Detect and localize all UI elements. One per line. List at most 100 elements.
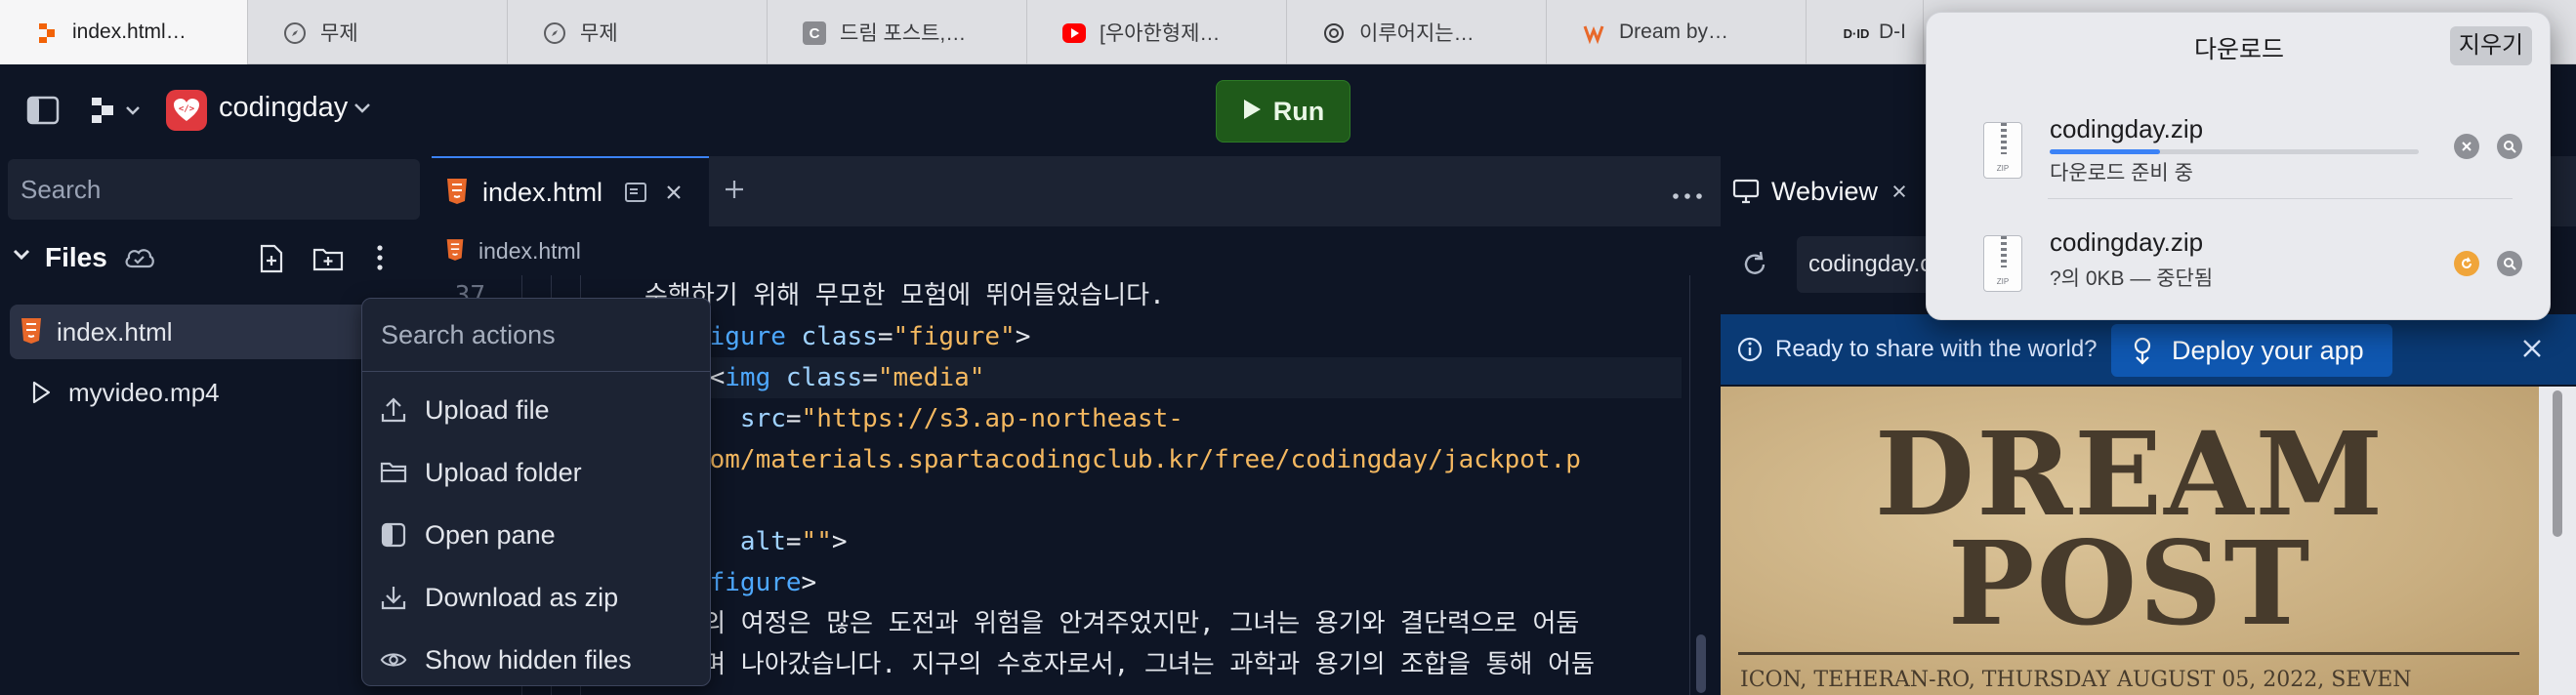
- download-item[interactable]: ZIP codingday.zip 다운로드 준비 중: [1966, 106, 2522, 200]
- editor-tab-bar: index.html: [432, 156, 1721, 226]
- new-tab-plus-icon[interactable]: [723, 178, 750, 205]
- browser-tab-title: Dream by…: [1619, 20, 1729, 43]
- poster-rule: [1738, 652, 2519, 655]
- play-icon: [1242, 97, 1262, 127]
- sidebar-search-input[interactable]: Search: [8, 159, 420, 220]
- run-button[interactable]: Run: [1216, 80, 1350, 143]
- browser-tab-5[interactable]: 이루어지는…: [1287, 0, 1547, 64]
- close-tab-icon[interactable]: [665, 184, 683, 201]
- replit-icon: [35, 21, 59, 45]
- menu-item-label: Upload file: [425, 394, 550, 425]
- downloads-popup: 다운로드 지우기 ZIP codingday.zip 다운로드 준비 중 ZIP…: [1926, 12, 2551, 320]
- workspace-switcher-icon[interactable]: [90, 94, 145, 127]
- show-in-finder-icon[interactable]: [2497, 134, 2522, 159]
- browser-tab-2[interactable]: 무제: [508, 0, 768, 64]
- menu-item-label: Download as zip: [425, 582, 619, 612]
- file-item-index-html[interactable]: index.html: [10, 305, 381, 359]
- cloud-sync-icon[interactable]: [123, 244, 156, 273]
- files-title: Files: [45, 242, 107, 272]
- browser-tab-1[interactable]: 무제: [248, 0, 508, 64]
- project-avatar-icon: </>: [166, 90, 207, 131]
- download-progress-track: [2050, 149, 2419, 154]
- menu-item-upload-file[interactable]: Upload file: [362, 379, 710, 441]
- show-in-finder-icon[interactable]: [2497, 251, 2522, 276]
- code-line: src="https://s3.ap-northeast-: [648, 404, 1184, 433]
- code-line: 내며 나아갔습니다. 지구의 수호자로서, 그녀는 과학과 용기의 조합을 통해…: [648, 650, 1595, 679]
- split-view-icon[interactable]: [624, 182, 647, 203]
- clear-downloads-button[interactable]: 지우기: [2450, 26, 2532, 65]
- folder-icon: [380, 459, 407, 486]
- file-item-myvideo-mp4[interactable]: myvideo.mp4: [10, 365, 381, 420]
- deploy-label: Deploy your app: [2172, 335, 2364, 365]
- download-icon: [380, 584, 407, 611]
- dream-post-page-preview[interactable]: DREAM POST ICON, TEHERAN-RO, THURSDAY AU…: [1721, 387, 2539, 695]
- scrollbar-thumb[interactable]: [2553, 390, 2562, 537]
- svg-text:</>: </>: [179, 104, 195, 114]
- chevron-down-icon[interactable]: [12, 248, 31, 267]
- chevron-down-icon[interactable]: [352, 98, 373, 119]
- deploy-icon: [2129, 336, 2156, 365]
- cancel-download-icon[interactable]: [2454, 134, 2479, 159]
- webview-tab[interactable]: Webview: [1721, 156, 1926, 226]
- browser-tab-6[interactable]: Dream by…: [1547, 0, 1807, 64]
- poster-title-line2: POST: [1947, 515, 2312, 651]
- browser-tab-3[interactable]: C 드림 포스트,…: [768, 0, 1027, 64]
- html5-icon: [20, 317, 45, 347]
- play-outline-icon: [31, 380, 53, 405]
- toggle-sidebar-icon[interactable]: [25, 94, 61, 127]
- banner-text: Ready to share with the world?: [1775, 336, 2098, 362]
- wombo-icon: [1582, 21, 1605, 45]
- run-label: Run: [1272, 96, 1325, 126]
- code-line: 시의 여정은 많은 도전과 위험을 안겨주었지만, 그녀는 용기와 결단력으로 …: [648, 609, 1580, 638]
- download-status: 다운로드 준비 중: [2050, 162, 2193, 184]
- browser-tab-4[interactable]: [우아한형제…: [1027, 0, 1287, 64]
- c-logo-icon: C: [803, 21, 826, 45]
- browser-tab-title: [우아한형제…: [1100, 22, 1221, 45]
- html5-icon: [445, 238, 467, 264]
- pane-icon: [380, 521, 407, 549]
- html5-icon: [445, 178, 471, 207]
- browser-tab-0[interactable]: index.html…: [0, 0, 248, 64]
- download-status: ?의 0KB — 중단됨: [2050, 267, 2214, 290]
- download-progress-fill: [2050, 149, 2161, 154]
- menu-item-download-zip[interactable]: Download as zip: [362, 566, 710, 629]
- browser-tab-title: 드림 포스트,…: [840, 22, 967, 45]
- more-horizontal-icon[interactable]: [1672, 187, 1705, 199]
- new-file-icon[interactable]: [258, 244, 287, 273]
- menu-item-open-pane[interactable]: Open pane: [362, 504, 710, 566]
- menu-item-label: Show hidden files: [425, 644, 632, 675]
- file-item-label: index.html: [57, 316, 173, 347]
- breadcrumb-file[interactable]: index.html: [478, 238, 581, 265]
- menu-item-upload-folder[interactable]: Upload folder: [362, 441, 710, 504]
- project-name[interactable]: codingday: [219, 92, 348, 124]
- browser-tab-7[interactable]: D·ID D-I: [1807, 0, 1924, 64]
- divider: [2048, 198, 2513, 199]
- editor-tab-index-html[interactable]: index.html: [432, 156, 709, 226]
- menu-item-show-hidden-files[interactable]: Show hidden files: [362, 629, 710, 691]
- close-tab-icon[interactable]: [1891, 184, 1907, 199]
- reload-icon[interactable]: [1740, 250, 1769, 279]
- info-icon: [1736, 336, 1764, 363]
- download-filename: codingday.zip: [2050, 114, 2204, 143]
- code-line: 수행하기 위해 무모한 모험에 뛰어들었습니다.: [644, 281, 1165, 310]
- deploy-banner: Ready to share with the world? Deploy yo…: [1721, 314, 2576, 385]
- browser-tab-title: index.html…: [72, 20, 187, 43]
- upload-icon: [380, 396, 407, 424]
- webview-tab-label: Webview: [1771, 176, 1879, 206]
- deploy-app-button[interactable]: Deploy your app: [2111, 324, 2392, 377]
- more-vertical-icon[interactable]: [375, 244, 395, 273]
- new-folder-icon[interactable]: [312, 246, 346, 273]
- close-banner-icon[interactable]: [2521, 338, 2543, 359]
- webview-scrollbar[interactable]: [2539, 387, 2576, 695]
- file-actions-menu: Search actions Upload file Upload folder…: [361, 298, 711, 686]
- youtube-icon: [1062, 23, 1086, 43]
- editor-scrollbar[interactable]: [1689, 275, 1713, 695]
- browser-tab-title: 무제: [320, 22, 358, 45]
- search-actions-input[interactable]: Search actions: [362, 299, 710, 372]
- compass-icon: [283, 21, 307, 45]
- resume-download-icon[interactable]: [2454, 251, 2479, 276]
- download-item[interactable]: ZIP codingday.zip ?의 0KB — 중단됨: [1966, 220, 2522, 313]
- zip-file-icon: ZIP: [1983, 235, 2022, 292]
- scrollbar-thumb[interactable]: [1696, 634, 1706, 693]
- menu-item-label: Upload folder: [425, 457, 582, 487]
